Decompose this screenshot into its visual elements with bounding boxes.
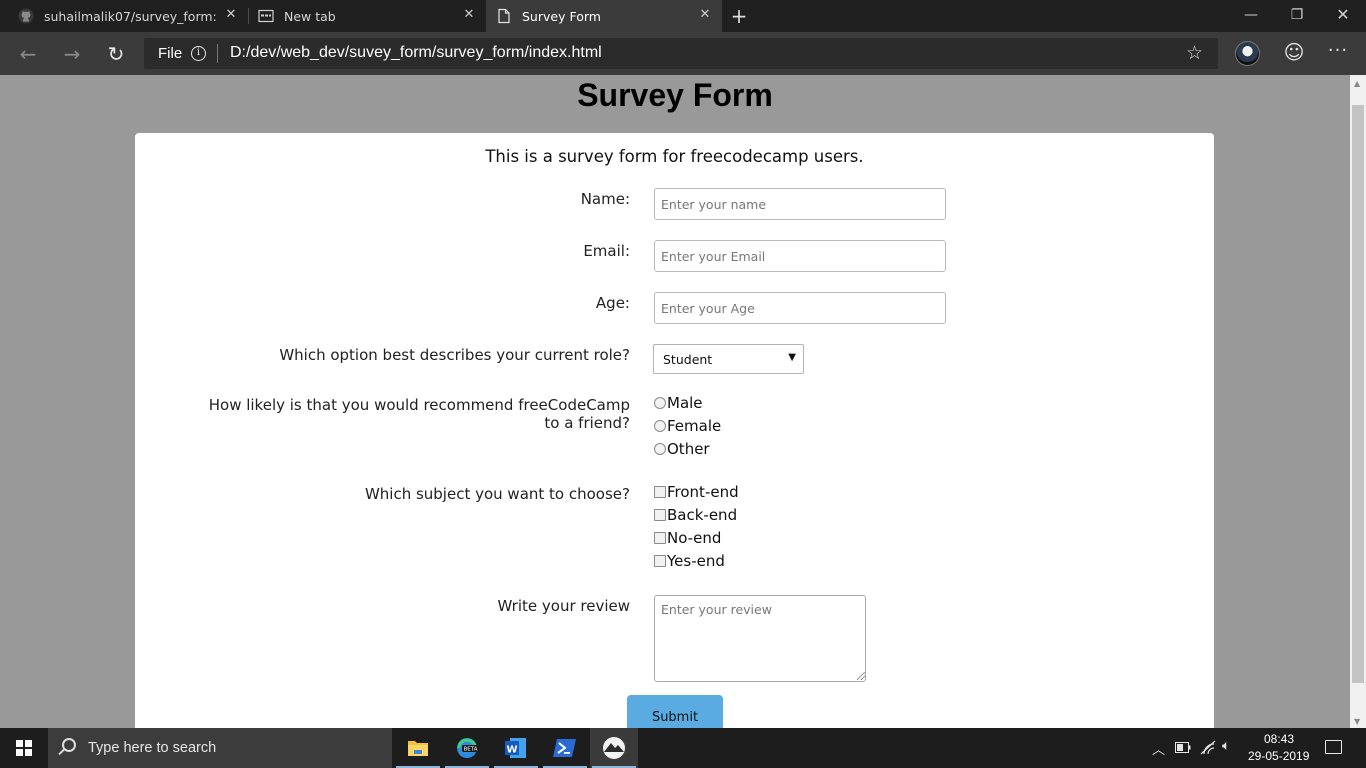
tab-survey-form[interactable]: Survey Form ✕ xyxy=(486,0,722,32)
navigation-bar: ← → ↻ File i D:/dev/web_dev/suvey_form/s… xyxy=(0,32,1366,75)
email-label: Email: xyxy=(583,242,630,260)
resize-grip-icon[interactable] xyxy=(857,672,865,680)
page-viewport: Survey Form This is a survey form for fr… xyxy=(0,75,1350,728)
option-label: Other xyxy=(667,440,710,458)
notification-icon[interactable] xyxy=(1325,740,1342,754)
edge-beta-icon: BETA xyxy=(457,738,479,758)
survey-form: This is a survey form for freecodecamp u… xyxy=(135,133,1214,728)
taskbar: Type here to search BETA W ︿ 🔈︎ 08:43 29… xyxy=(0,728,1366,768)
taskbar-app-file-explorer[interactable] xyxy=(394,728,442,768)
github-icon xyxy=(18,8,34,24)
subject-option[interactable]: Front-end xyxy=(654,482,739,502)
subjects-label: Which subject you want to choose? xyxy=(364,485,630,503)
option-label: Female xyxy=(667,417,722,435)
clock-time[interactable]: 08:43 xyxy=(1264,732,1294,746)
review-label: Write your review xyxy=(497,597,630,615)
taskbar-app-powershell[interactable] xyxy=(541,728,589,768)
review-textarea[interactable] xyxy=(654,595,866,682)
address-bar[interactable]: File i D:/dev/web_dev/suvey_form/survey_… xyxy=(144,38,1218,69)
taskbar-app-edge-beta[interactable]: BETA xyxy=(443,728,491,768)
address-separator xyxy=(217,44,218,63)
email-input[interactable] xyxy=(654,240,946,272)
more-options-icon[interactable]: ··· xyxy=(1326,40,1350,64)
volume-icon[interactable]: 🔈︎ xyxy=(1222,738,1230,754)
file-explorer-icon xyxy=(408,741,428,756)
powershell-icon xyxy=(553,739,576,757)
tab-title: Survey Form xyxy=(522,8,601,24)
form-description: This is a survey form for freecodecamp u… xyxy=(485,147,864,166)
profile-avatar[interactable] xyxy=(1235,41,1260,66)
name-input[interactable] xyxy=(654,188,946,220)
back-arrow-icon[interactable]: ← xyxy=(14,40,42,68)
option-label: Back-end xyxy=(667,506,738,524)
wifi-icon[interactable] xyxy=(1200,740,1216,756)
taskbar-app-active[interactable] xyxy=(590,728,638,768)
info-icon[interactable]: i xyxy=(191,46,206,61)
search-icon xyxy=(62,738,76,752)
word-icon: W xyxy=(505,738,526,758)
radio-button[interactable] xyxy=(654,420,666,432)
restore-icon[interactable]: ❐ xyxy=(1274,0,1320,32)
scroll-down-arrow-icon[interactable]: ▼ xyxy=(1354,717,1360,726)
page-icon xyxy=(498,8,510,24)
address-scheme-label: File xyxy=(158,45,183,62)
role-label: Which option best describes your current… xyxy=(279,346,630,364)
option-label: Male xyxy=(667,394,703,412)
svg-text:BETA: BETA xyxy=(464,747,478,753)
address-url[interactable]: D:/dev/web_dev/suvey_form/survey_form/in… xyxy=(230,44,602,62)
option-label: Front-end xyxy=(667,483,739,501)
submit-button[interactable]: Submit xyxy=(627,695,723,728)
taskbar-search[interactable]: Type here to search xyxy=(48,728,392,768)
chevron-down-icon: ▼ xyxy=(788,352,796,363)
checkbox[interactable] xyxy=(654,555,666,567)
tab-close-icon[interactable]: ✕ xyxy=(698,8,712,22)
new-tab-button[interactable]: + xyxy=(728,5,750,27)
tab-title: suhailmalik07/survey_form: This i xyxy=(44,8,219,24)
name-label: Name: xyxy=(580,190,630,208)
tab-title: New tab xyxy=(284,8,336,24)
tab-new-tab[interactable]: New tab ✕ xyxy=(248,0,486,32)
role-dropdown[interactable]: Student ▼ xyxy=(653,344,804,374)
role-selected-value: Student xyxy=(663,352,713,367)
age-input[interactable] xyxy=(654,292,946,324)
checkbox[interactable] xyxy=(654,509,666,521)
feedback-smiley-icon[interactable]: ☺ xyxy=(1283,41,1305,63)
radio-button[interactable] xyxy=(654,443,666,455)
battery-icon[interactable] xyxy=(1175,742,1191,753)
subject-option[interactable]: Yes-end xyxy=(654,551,725,571)
favorite-star-icon[interactable]: ☆ xyxy=(1186,42,1203,64)
page-title: Survey Form xyxy=(577,77,773,113)
page-scrollbar[interactable]: ▲ ▼ xyxy=(1350,75,1366,728)
window-close-icon[interactable]: ✕ xyxy=(1320,0,1366,32)
checkbox[interactable] xyxy=(654,532,666,544)
subject-option[interactable]: Back-end xyxy=(654,505,737,525)
clock-date[interactable]: 29-05-2019 xyxy=(1248,749,1309,763)
app-icon xyxy=(603,737,625,759)
subject-option[interactable]: No-end xyxy=(654,528,721,548)
chevron-up-icon[interactable]: ︿ xyxy=(1152,739,1165,758)
tab-close-icon[interactable]: ✕ xyxy=(224,8,238,22)
checkbox[interactable] xyxy=(654,486,666,498)
scrollbar-thumb[interactable] xyxy=(1352,105,1364,683)
new-tab-icon xyxy=(258,9,274,23)
recommend-option[interactable]: Female xyxy=(654,416,721,436)
windows-start-icon[interactable] xyxy=(16,740,32,756)
age-label: Age: xyxy=(595,294,630,312)
option-label: Yes-end xyxy=(667,552,725,570)
recommend-option[interactable]: Male xyxy=(654,393,703,413)
tab-github[interactable]: suhailmalik07/survey_form: This i ✕ xyxy=(0,0,248,32)
svg-text:W: W xyxy=(506,745,517,756)
tab-close-icon[interactable]: ✕ xyxy=(462,8,476,22)
scroll-up-arrow-icon[interactable]: ▲ xyxy=(1354,79,1360,88)
taskbar-app-word[interactable]: W xyxy=(492,728,540,768)
recommend-option[interactable]: Other xyxy=(654,439,710,459)
refresh-icon[interactable]: ↻ xyxy=(102,40,130,68)
forward-arrow-icon[interactable]: → xyxy=(58,40,86,68)
option-label: No-end xyxy=(667,529,722,547)
tab-strip: suhailmalik07/survey_form: This i ✕ New … xyxy=(0,0,1366,32)
recommend-label: How likely is that you would recommend f… xyxy=(208,396,630,432)
minimize-icon[interactable]: — xyxy=(1228,0,1274,32)
search-placeholder: Type here to search xyxy=(88,740,217,756)
radio-button[interactable] xyxy=(654,397,666,409)
